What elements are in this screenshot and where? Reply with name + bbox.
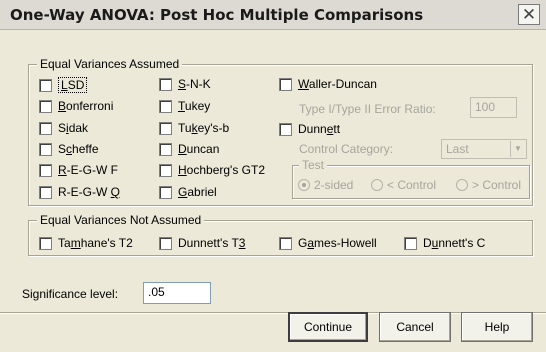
checkbox-waller-duncan[interactable]: Waller-Duncan <box>279 77 377 91</box>
checkbox-hochberg-gt2[interactable]: Hochberg's GT2 <box>159 163 265 177</box>
checkbox-box[interactable] <box>159 236 172 250</box>
checkbox-label: Gabriel <box>178 185 217 199</box>
checkbox-dunnett[interactable]: Dunnett <box>279 122 340 136</box>
checkbox-box[interactable] <box>279 236 292 250</box>
checkbox-regwf[interactable]: R-E-G-W F <box>39 163 118 177</box>
equal-variances-assumed-label: Equal Variances Assumed <box>37 57 183 71</box>
checkbox-box[interactable] <box>159 185 172 199</box>
significance-level-label: Significance level: <box>22 287 119 301</box>
checkbox-lsd[interactable]: LSD <box>39 77 88 93</box>
checkbox-box[interactable] <box>159 99 172 113</box>
checkbox-label: Tukey <box>178 99 211 113</box>
checkbox-box[interactable] <box>39 185 52 199</box>
type-ratio-label: Type I/Type II Error Ratio: <box>299 102 436 116</box>
checkbox-box[interactable] <box>159 163 172 177</box>
checkbox-gabriel[interactable]: Gabriel <box>159 185 217 199</box>
radio-greater-than-control[interactable]: > Control <box>456 178 521 192</box>
radio-label: 2-sided <box>314 178 354 192</box>
checkbox-tukeys-b[interactable]: Tukey's-b <box>159 121 229 135</box>
checkbox-label: LSD <box>58 77 88 93</box>
type-ratio-input[interactable]: 100 <box>470 97 517 118</box>
checkbox-label: Dunnett's C <box>423 236 486 250</box>
checkbox-box[interactable] <box>279 77 292 91</box>
checkbox-label: Bonferroni <box>58 99 114 113</box>
checkbox-tukey[interactable]: Tukey <box>159 99 210 113</box>
checkbox-label: Waller-Duncan <box>298 77 377 91</box>
checkbox-box[interactable] <box>39 99 52 113</box>
radio-label: > Control <box>472 178 522 192</box>
checkbox-label: Games-Howell <box>298 236 377 250</box>
radio-less-than-control[interactable]: < Control <box>371 178 436 192</box>
radio-dot[interactable] <box>371 179 383 191</box>
equal-variances-not-assumed-label: Equal Variances Not Assumed <box>37 213 205 227</box>
checkbox-label: R-E-G-W Q <box>58 185 120 199</box>
checkbox-dunnetts-t3[interactable]: Dunnett's T3 <box>159 236 245 250</box>
checkbox-label: Dunnett <box>298 122 341 136</box>
checkbox-box[interactable] <box>39 142 52 156</box>
checkbox-box[interactable] <box>159 121 172 135</box>
checkbox-label: R-E-G-W F <box>58 163 118 177</box>
title-bar: One-Way ANOVA: Post Hoc Multiple Compari… <box>0 0 546 30</box>
checkbox-box[interactable] <box>39 121 52 135</box>
continue-button[interactable]: Continue <box>288 312 368 342</box>
checkbox-label: Hochberg's GT2 <box>178 163 265 177</box>
radio-2-sided[interactable]: 2-sided <box>298 178 353 192</box>
checkbox-box[interactable] <box>279 122 292 136</box>
control-category-value: Last <box>446 142 469 156</box>
dialog-title: One-Way ANOVA: Post Hoc Multiple Compari… <box>10 6 424 24</box>
chevron-down-icon: ▼ <box>510 141 525 157</box>
checkbox-label: S-N-K <box>178 77 211 91</box>
checkbox-box[interactable] <box>159 77 172 91</box>
checkbox-snk[interactable]: S-N-K <box>159 77 211 91</box>
control-category-label: Control Category: <box>299 142 394 156</box>
checkbox-sidak[interactable]: Sidak <box>39 121 88 135</box>
radio-dot[interactable] <box>456 179 468 191</box>
radio-label: < Control <box>387 178 437 192</box>
checkbox-label: Duncan <box>178 142 220 156</box>
checkbox-scheffe[interactable]: Scheffe <box>39 142 99 156</box>
checkbox-label: Dunnett's T3 <box>178 236 246 250</box>
checkbox-tamhanes-t2[interactable]: Tamhane's T2 <box>39 236 133 250</box>
checkbox-dunnetts-c[interactable]: Dunnett's C <box>404 236 485 250</box>
checkbox-box[interactable] <box>404 236 417 250</box>
checkbox-box[interactable] <box>39 163 52 177</box>
radio-dot[interactable] <box>298 179 310 191</box>
checkbox-label: Sidak <box>58 121 89 135</box>
close-icon: ✕ <box>521 5 537 24</box>
checkbox-box[interactable] <box>159 142 172 156</box>
checkbox-box[interactable] <box>39 78 52 92</box>
checkbox-games-howell[interactable]: Games-Howell <box>279 236 377 250</box>
checkbox-label: Scheffe <box>58 142 99 156</box>
checkbox-label: Tamhane's T2 <box>58 236 133 250</box>
checkbox-regwq[interactable]: R-E-G-W Q <box>39 185 120 199</box>
close-button[interactable]: ✕ <box>518 4 540 25</box>
checkbox-bonferroni[interactable]: Bonferroni <box>39 99 113 113</box>
checkbox-box[interactable] <box>39 236 52 250</box>
cancel-button[interactable]: Cancel <box>379 312 451 342</box>
control-category-select[interactable]: Last ▼ <box>441 139 527 159</box>
significance-level-input[interactable]: .05 <box>143 282 211 304</box>
checkbox-duncan[interactable]: Duncan <box>159 142 219 156</box>
test-group-label: Test <box>299 158 328 172</box>
help-button[interactable]: Help <box>461 312 533 342</box>
checkbox-label: Tukey's-b <box>178 121 230 135</box>
